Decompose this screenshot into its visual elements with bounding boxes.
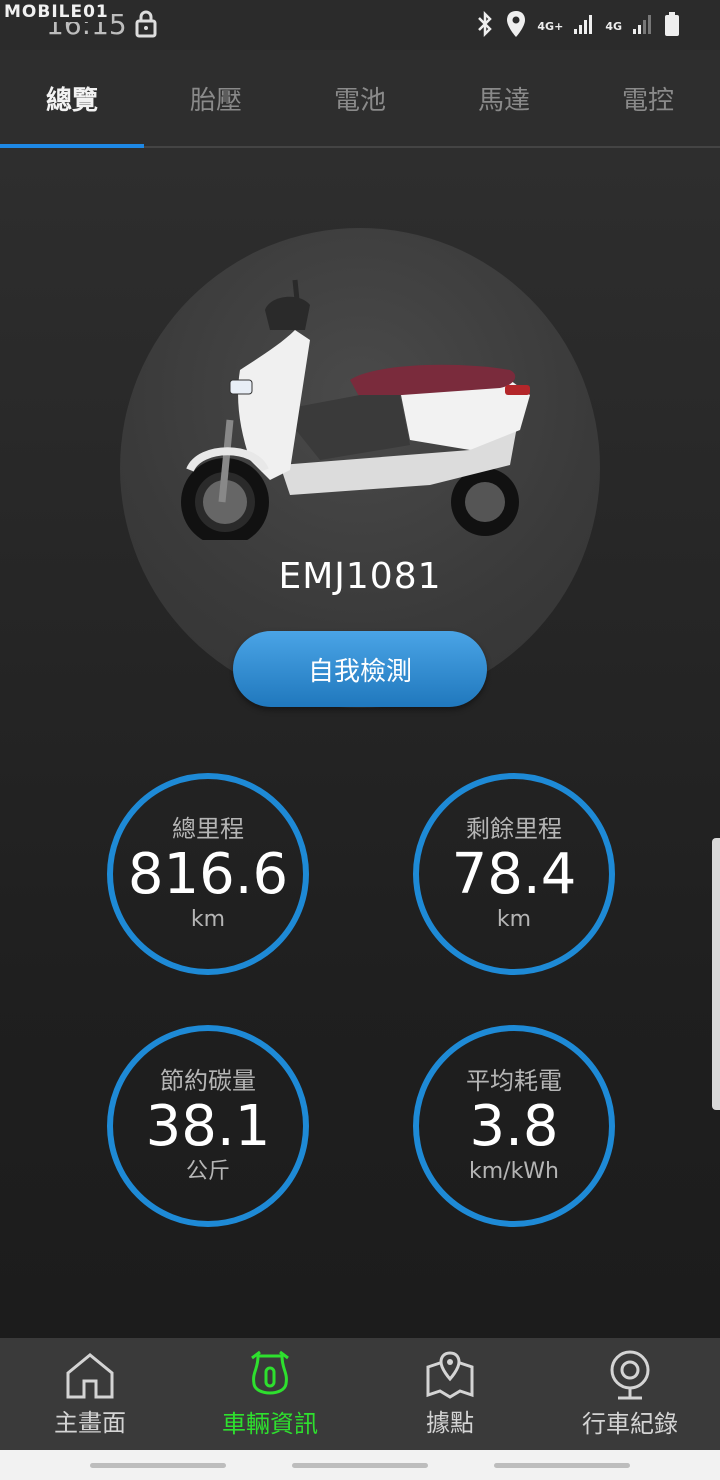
stat-avg-consumption: 平均耗電 3.8 km/kWh [413, 1025, 615, 1227]
stat-value: 38.1 [145, 1094, 271, 1159]
bluetooth-icon [475, 10, 495, 41]
scooter-icon [251, 1350, 289, 1394]
nav-vehicle-info[interactable]: 車輛資訊 [180, 1338, 360, 1450]
tab-overview[interactable]: 總覽 [0, 50, 144, 148]
watermark-text: MOBILE01 [2, 2, 111, 22]
stat-value: 3.8 [469, 1094, 559, 1159]
nav-trip-record[interactable]: 行車紀錄 [540, 1338, 720, 1450]
nav-locations[interactable]: 據點 [360, 1338, 540, 1450]
stat-value: 816.6 [127, 842, 289, 907]
vehicle-model: EMJ1081 [278, 556, 442, 597]
network-type-1: 4G+ [537, 19, 564, 33]
signal-icon [573, 13, 595, 39]
tab-tire-pressure[interactable]: 胎壓 [144, 50, 288, 146]
signal-icon-2 [632, 13, 654, 39]
status-bar: 16:15 MOBILE01 4G+ 4G [0, 0, 720, 50]
top-tab-bar: 總覽 胎壓 電池 馬達 電控 [0, 50, 720, 148]
tab-motor[interactable]: 馬達 [432, 50, 576, 146]
stat-unit: km [190, 907, 226, 932]
bottom-nav: 主畫面 車輛資訊 據點 行車紀錄 [0, 1338, 720, 1450]
stat-label: 平均耗電 [466, 1067, 562, 1095]
stat-value: 78.4 [451, 842, 577, 907]
stat-label: 剩餘里程 [466, 815, 562, 843]
home-icon [66, 1352, 114, 1398]
battery-icon [664, 11, 680, 41]
map-pin-icon [426, 1350, 474, 1399]
nav-label: 主畫面 [54, 1408, 126, 1437]
stat-unit: km/kWh [468, 1159, 560, 1184]
network-type-2: 4G [605, 19, 622, 33]
nav-label: 行車紀錄 [582, 1409, 678, 1438]
self-test-button[interactable]: 自我檢測 [233, 631, 487, 707]
stat-label: 總里程 [172, 815, 244, 843]
main-content: EMJ1081 自我檢測 總里程 816.6 km 剩餘里程 78.4 km 節… [0, 148, 720, 1338]
tab-controller[interactable]: 電控 [576, 50, 720, 146]
stat-total-mileage: 總里程 816.6 km [107, 773, 309, 975]
lock-icon [134, 10, 158, 42]
stat-unit: 公斤 [185, 1159, 230, 1184]
system-gesture-bar [0, 1450, 720, 1480]
scooter-image [181, 279, 530, 540]
stat-remaining-range: 剩餘里程 78.4 km [413, 773, 615, 975]
nav-label: 據點 [426, 1408, 474, 1437]
stat-unit: km [496, 907, 532, 932]
system-pill [292, 1463, 428, 1468]
location-icon [505, 10, 527, 42]
system-pill [90, 1463, 226, 1468]
scrollbar[interactable] [712, 838, 720, 1110]
stat-carbon-saved: 節約碳量 38.1 公斤 [107, 1025, 309, 1227]
stat-label: 節約碳量 [160, 1067, 256, 1095]
dashcam-icon [610, 1350, 650, 1399]
nav-label: 車輛資訊 [222, 1409, 318, 1438]
nav-home[interactable]: 主畫面 [0, 1338, 180, 1450]
system-pill [494, 1463, 630, 1468]
tab-battery[interactable]: 電池 [288, 50, 432, 146]
